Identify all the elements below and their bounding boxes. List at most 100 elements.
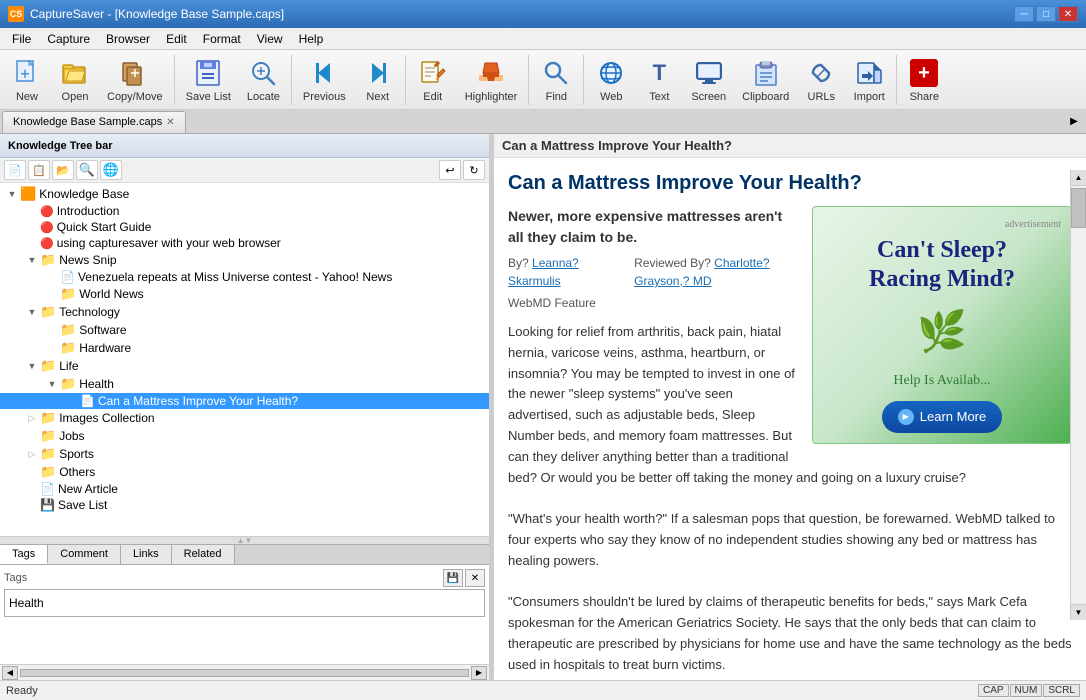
tab-tags[interactable]: Tags (0, 545, 48, 564)
status-right: CAP NUM SCRL (978, 684, 1080, 697)
tags-input[interactable] (4, 589, 485, 617)
reviewer-link[interactable]: Charlotte? Grayson,? MD (634, 256, 769, 288)
tree-header: Knowledge Tree bar (0, 134, 489, 158)
tree-toggle[interactable]: ▼ (24, 307, 40, 317)
new-button[interactable]: New (4, 53, 50, 107)
web-button[interactable]: Web (588, 53, 634, 107)
text-button[interactable]: T Text (636, 53, 682, 107)
clipboard-button[interactable]: Clipboard (735, 53, 796, 107)
list-item[interactable]: 📁 Others (0, 463, 489, 481)
previous-button[interactable]: Previous (296, 53, 353, 107)
tree-label: Hardware (79, 341, 131, 355)
tree-toggle[interactable]: ▷ (24, 449, 40, 460)
tree-btn-forward[interactable]: ↻ (463, 160, 485, 180)
list-item[interactable]: ▷ 📁 Sports (0, 445, 489, 463)
minimize-button[interactable]: ─ (1014, 6, 1034, 22)
ad-learn-more-btn[interactable]: ▶ Learn More (882, 401, 1002, 433)
open-button[interactable]: Open (52, 53, 98, 107)
list-item[interactable]: ▼ 📁 News Snip (0, 251, 489, 269)
tags-close-btn[interactable]: ✕ (465, 569, 485, 587)
tab-related[interactable]: Related (172, 545, 235, 564)
edit-button[interactable]: Edit (410, 53, 456, 107)
article-para-2: "What's your health worth?" If a salesma… (508, 509, 1072, 571)
separator-6 (896, 55, 897, 105)
scroll-up-btn[interactable]: ▲ (1071, 170, 1086, 186)
list-item[interactable]: 🔴 Introduction (0, 203, 489, 219)
separator-3 (405, 55, 406, 105)
menu-help[interactable]: Help (291, 30, 332, 48)
tree-label: World News (79, 287, 143, 301)
tree-btn-web[interactable]: 🌐 (100, 160, 122, 180)
next-button[interactable]: Next (355, 53, 401, 107)
close-button[interactable]: ✕ (1058, 6, 1078, 22)
menu-edit[interactable]: Edit (158, 30, 195, 48)
tree-label: Quick Start Guide (57, 220, 152, 234)
tree-btn-folder[interactable]: 📂 (52, 160, 74, 180)
tree-toggle[interactable]: ▼ (44, 379, 60, 389)
menu-browser[interactable]: Browser (98, 30, 158, 48)
tree-btn-back[interactable]: ↩ (439, 160, 461, 180)
scroll-thumb[interactable] (1071, 188, 1086, 228)
menu-file[interactable]: File (4, 30, 39, 48)
list-item[interactable]: 🔴 Quick Start Guide (0, 219, 489, 235)
menu-view[interactable]: View (249, 30, 291, 48)
copymove-button[interactable]: Copy/Move (100, 53, 170, 107)
import-button[interactable]: Import (846, 53, 892, 107)
screen-button[interactable]: Screen (684, 53, 733, 107)
list-item[interactable]: ▼ 📁 Health (0, 375, 489, 393)
urls-button[interactable]: URLs (798, 53, 844, 107)
author-link[interactable]: Leanna? Skarmulis (508, 256, 579, 288)
status-text: Ready (6, 685, 38, 697)
caps-indicator: CAP (978, 684, 1009, 697)
share-button[interactable]: + Share (901, 53, 947, 107)
list-item[interactable]: 📄 Venezuela repeats at Miss Universe con… (0, 269, 489, 285)
savelist-button[interactable]: Save List (179, 53, 238, 107)
left-panel: Knowledge Tree bar 📄 📋 📂 🔍 🌐 ↩ ↻ ▼ 🟧 Kno… (0, 134, 490, 680)
tree-toggle[interactable]: ▼ (24, 255, 40, 265)
separator-5 (583, 55, 584, 105)
separator-1 (174, 55, 175, 105)
scroll-down-btn[interactable]: ▼ (1071, 604, 1086, 620)
highlighter-button[interactable]: Highlighter (458, 53, 525, 107)
list-item[interactable]: ▼ 📁 Technology (0, 303, 489, 321)
scroll-right-btn[interactable]: ▶ (471, 666, 487, 680)
list-item[interactable]: ▼ 🟧 Knowledge Base (0, 185, 489, 203)
tab-links[interactable]: Links (121, 545, 172, 564)
tree-btn-copy[interactable]: 📋 (28, 160, 50, 180)
ad-subtext: Help Is Availab... (823, 370, 1061, 391)
list-item[interactable]: 📄 Can a Mattress Improve Your Health? (0, 393, 489, 409)
list-item[interactable]: ▼ 📁 Life (0, 357, 489, 375)
tab-arrow-right[interactable]: ▶ (1064, 111, 1084, 133)
list-item[interactable]: 📄 New Article (0, 481, 489, 497)
savelist-icon (192, 57, 224, 89)
locate-button[interactable]: Locate (240, 53, 287, 107)
menu-format[interactable]: Format (195, 30, 249, 48)
list-item[interactable]: 🔴 using capturesaver with your web brows… (0, 235, 489, 251)
text-icon: T (643, 57, 675, 89)
list-item[interactable]: 📁 Software (0, 321, 489, 339)
list-item[interactable]: 💾 Save List (0, 497, 489, 513)
tree-btn-new[interactable]: 📄 (4, 160, 26, 180)
tree-toggle[interactable]: ▷ (24, 413, 40, 424)
resize-handle[interactable]: ▲▼ (0, 536, 489, 544)
tags-save-btn[interactable]: 💾 (443, 569, 463, 587)
tab-close[interactable]: ✕ (166, 117, 174, 128)
tree-toggle[interactable]: ▼ (24, 361, 40, 371)
list-item[interactable]: 📁 World News (0, 285, 489, 303)
tree-toggle[interactable]: ▼ (4, 189, 20, 199)
scroll-left-btn[interactable]: ◀ (2, 666, 18, 680)
find-button[interactable]: Find (533, 53, 579, 107)
scroll-track[interactable] (20, 669, 469, 677)
document-tab[interactable]: Knowledge Base Sample.caps ✕ (2, 111, 186, 133)
content-body[interactable]: Can a Mattress Improve Your Health? adve… (494, 158, 1086, 680)
list-item[interactable]: ▷ 📁 Images Collection (0, 409, 489, 427)
previous-label: Previous (303, 91, 346, 103)
list-item[interactable]: 📁 Hardware (0, 339, 489, 357)
list-item[interactable]: 📁 Jobs (0, 427, 489, 445)
maximize-button[interactable]: □ (1036, 6, 1056, 22)
menu-capture[interactable]: Capture (39, 30, 98, 48)
next-icon (362, 57, 394, 89)
tab-comment[interactable]: Comment (48, 545, 121, 564)
content-breadcrumb: Can a Mattress Improve Your Health? (502, 138, 732, 153)
tree-btn-search[interactable]: 🔍 (76, 160, 98, 180)
